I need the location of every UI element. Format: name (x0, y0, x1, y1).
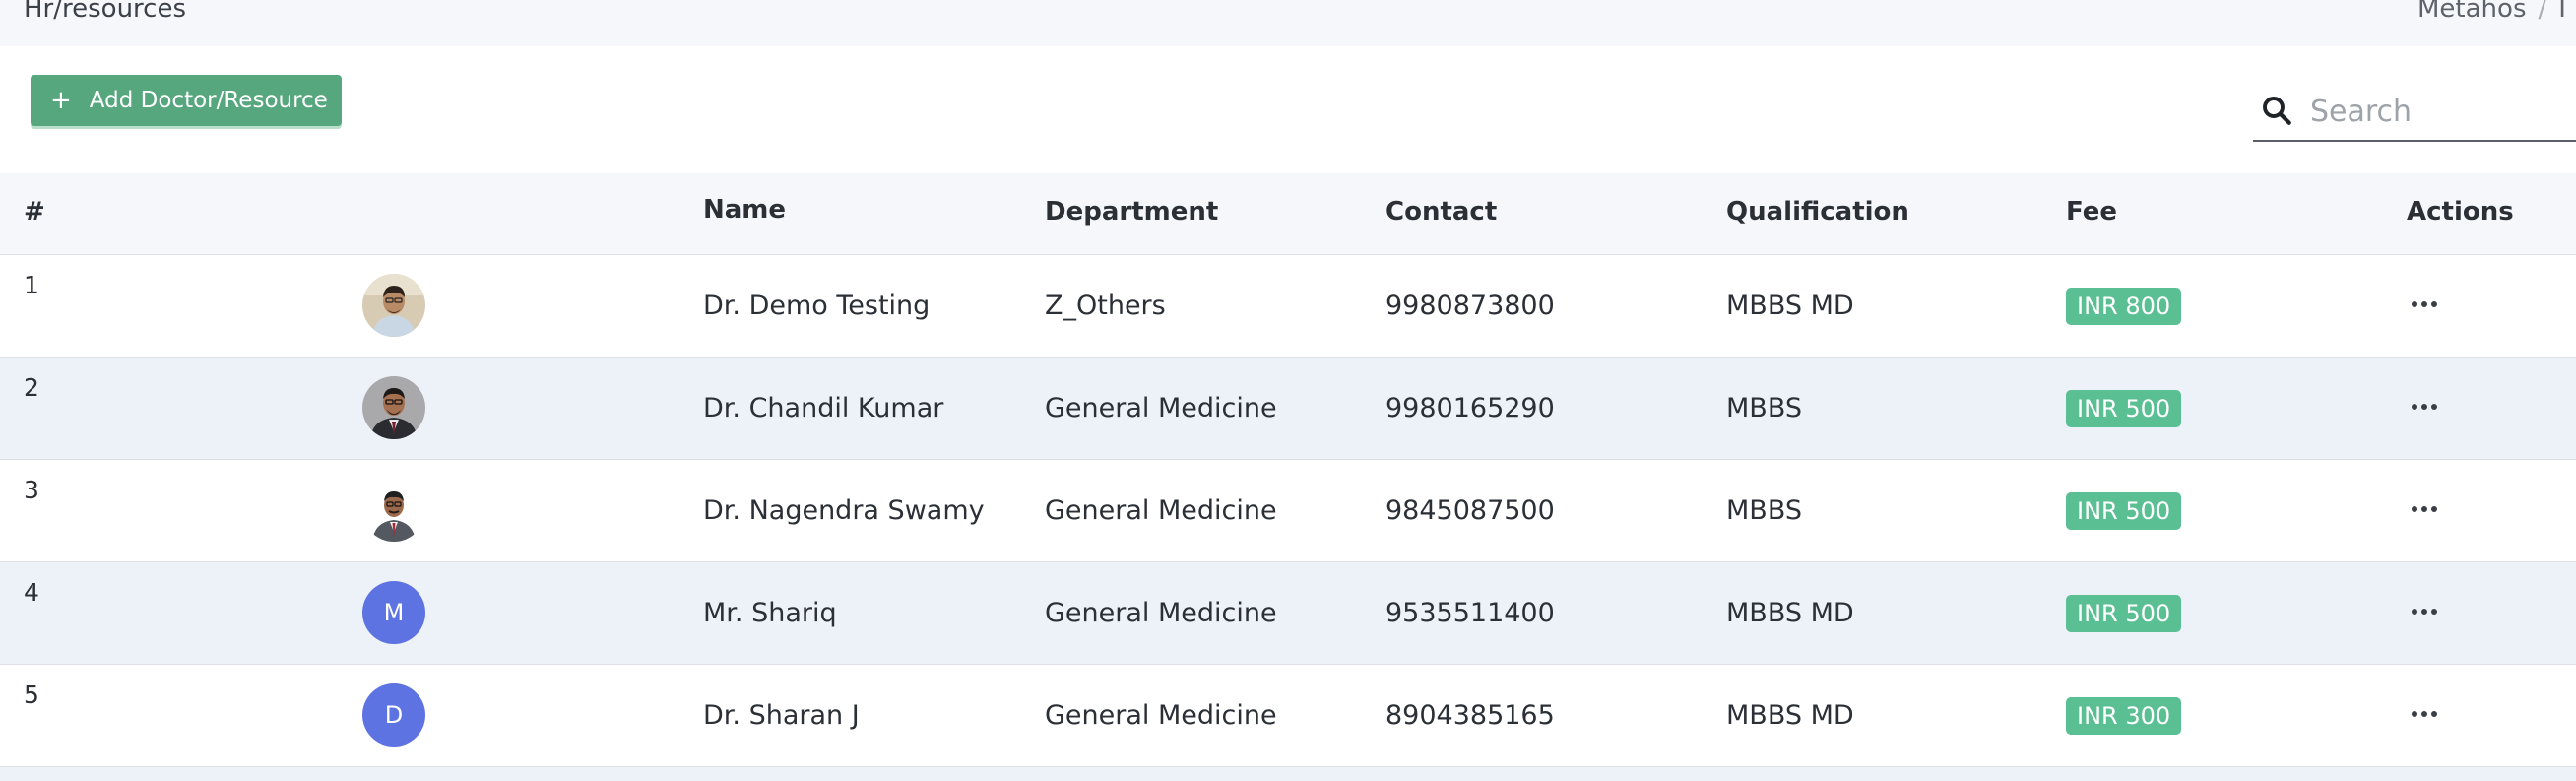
department: Z_Others (1045, 291, 1166, 321)
doctor-name: Dr. Chandil Kumar (703, 393, 944, 423)
doctor-name: Dr. Nagendra Swamy (703, 495, 985, 526)
more-horizontal-icon[interactable] (2409, 293, 2440, 316)
column-header-contact[interactable]: Contact (1385, 197, 1497, 227)
column-header-qualification[interactable]: Qualification (1726, 197, 1909, 227)
breadcrumb-item-current[interactable]: I (2558, 0, 2566, 24)
fee-badge: INR 300 (2066, 697, 2182, 735)
row-index: 2 (24, 373, 39, 402)
qualification: MBBS (1726, 393, 1803, 423)
table-row-partial (0, 767, 2576, 781)
column-header-department[interactable]: Department (1045, 197, 1218, 227)
fee-badge: INR 800 (2066, 288, 2182, 325)
breadcrumb: Metahos / I (2417, 0, 2566, 24)
table-row[interactable]: 1 Dr. Demo Testing Z_Others 9980873800 M… (0, 255, 2576, 358)
search-box[interactable] (2253, 85, 2576, 142)
column-header-fee[interactable]: Fee (2066, 197, 2117, 227)
column-header-name[interactable]: Name (703, 195, 786, 225)
breadcrumb-item-metahos[interactable]: Metahos (2417, 0, 2527, 24)
table-row[interactable]: 3 Dr. Nagendra Swamy General Medicine 98… (0, 460, 2576, 562)
breadcrumb-separator: / (2538, 0, 2547, 24)
doctor-name: Dr. Demo Testing (703, 291, 931, 321)
doctor-name: Dr. Sharan J (703, 700, 860, 731)
avatar (362, 274, 425, 337)
table-row[interactable]: 5 D Dr. Sharan J General Medicine 890438… (0, 665, 2576, 767)
table-row[interactable]: 2 Dr. Chandil Kumar General Medicine 998… (0, 358, 2576, 460)
contact: 8904385165 (1385, 700, 1555, 731)
row-index: 1 (24, 271, 39, 299)
avatar: D (362, 683, 425, 747)
search-icon (2263, 97, 2291, 125)
more-horizontal-icon[interactable] (2409, 702, 2440, 726)
row-index: 5 (24, 681, 39, 709)
fee-badge: INR 500 (2066, 595, 2182, 632)
department: General Medicine (1045, 495, 1277, 526)
page-title: Hr/resources (24, 0, 187, 24)
hr-resources-page: Hr/resources Metahos / I + Add Doctor/Reso… (0, 0, 2576, 781)
contact: 9535511400 (1385, 598, 1555, 628)
column-header-actions: Actions (2407, 197, 2514, 227)
department: General Medicine (1045, 393, 1277, 423)
avatar (362, 376, 425, 439)
qualification: MBBS MD (1726, 598, 1854, 628)
row-index: 3 (24, 476, 39, 504)
avatar (362, 479, 425, 542)
resources-table: # Name Department Contact Qualification … (0, 173, 2576, 781)
contact: 9980165290 (1385, 393, 1555, 423)
search-input[interactable] (2308, 89, 2576, 134)
department: General Medicine (1045, 598, 1277, 628)
more-horizontal-icon[interactable] (2409, 600, 2440, 623)
table-header: # Name Department Contact Qualification … (0, 173, 2576, 255)
fee-badge: INR 500 (2066, 390, 2182, 427)
fee-badge: INR 500 (2066, 492, 2182, 530)
top-breadcrumb-bar: Hr/resources Metahos / I (0, 0, 2576, 46)
plus-icon: + (50, 86, 72, 115)
add-button-label: Add Doctor/Resource (89, 88, 328, 113)
qualification: MBBS MD (1726, 291, 1854, 321)
contact: 9845087500 (1385, 495, 1555, 526)
qualification: MBBS MD (1726, 700, 1854, 731)
avatar: M (362, 581, 425, 644)
add-doctor-resource-button[interactable]: + Add Doctor/Resource (31, 75, 342, 126)
more-horizontal-icon[interactable] (2409, 395, 2440, 419)
doctor-name: Mr. Shariq (703, 598, 837, 628)
contact: 9980873800 (1385, 291, 1555, 321)
row-index: 4 (24, 578, 39, 607)
more-horizontal-icon[interactable] (2409, 497, 2440, 521)
table-row[interactable]: 4 M Mr. Shariq General Medicine 95355114… (0, 562, 2576, 665)
column-header-index[interactable]: # (24, 197, 45, 227)
qualification: MBBS (1726, 495, 1803, 526)
department: General Medicine (1045, 700, 1277, 731)
